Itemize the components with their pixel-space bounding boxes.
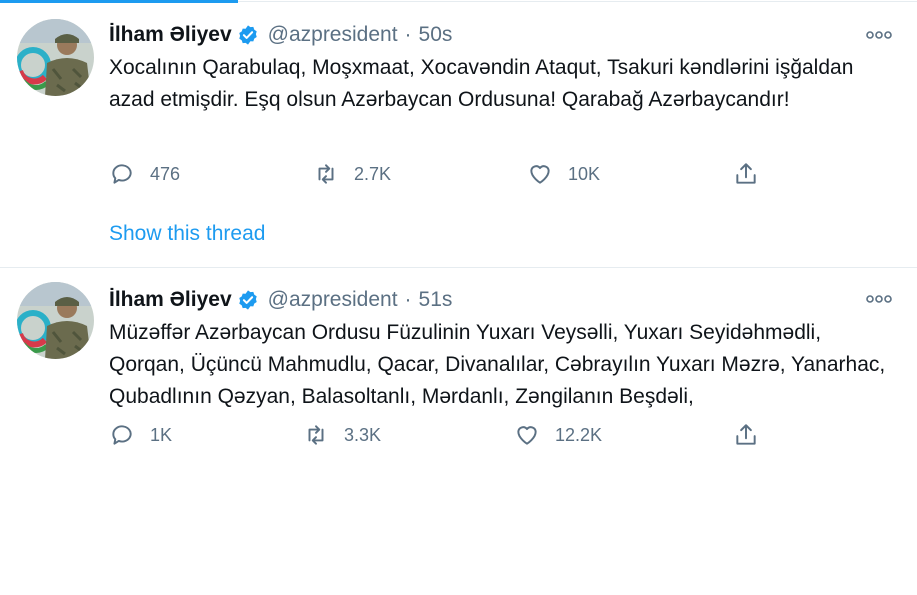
- share-button[interactable]: [733, 159, 774, 189]
- reply-count: 1K: [150, 425, 173, 445]
- reply-icon: [112, 164, 132, 184]
- retweet-button[interactable]: 2.7K: [313, 159, 391, 189]
- like-count: 10K: [568, 164, 601, 184]
- share-icon: [736, 424, 756, 445]
- author-handle[interactable]: @azpresident: [268, 288, 398, 312]
- retweet-count: 3.3K: [344, 425, 382, 445]
- verified-badge-icon: [238, 290, 257, 310]
- avatar[interactable]: [17, 282, 94, 359]
- tweet-text: Xocalının Qarabulaq, Moşxmaat, Xocavəndi…: [109, 56, 854, 111]
- tweet-header: İlham Əliyev @azpresident · 51s: [109, 285, 452, 315]
- author-handle[interactable]: @azpresident: [268, 23, 398, 47]
- reply-button[interactable]: 476: [109, 159, 180, 189]
- author-name[interactable]: İlham Əliyev: [109, 288, 232, 312]
- more-dots-icon[interactable]: [866, 29, 892, 41]
- tweet-text: Müzəffər Azərbaycan Ordusu Füzulinin Yux…: [109, 321, 886, 408]
- tweet[interactable]: İlham Əliyev @azpresident · 50s Xocalını…: [0, 4, 917, 268]
- avatar[interactable]: [17, 19, 94, 96]
- separator-dot: ·: [404, 23, 412, 46]
- tweet-actions: 1K 3.3K 12.2K: [0, 420, 917, 450]
- verified-badge-icon: [238, 25, 257, 45]
- author-name[interactable]: İlham Əliyev: [109, 23, 232, 47]
- retweet-count: 2.7K: [354, 164, 392, 184]
- retweet-icon: [318, 164, 334, 184]
- share-icon: [736, 163, 756, 184]
- like-button[interactable]: 12.2K: [514, 420, 602, 450]
- share-button[interactable]: [733, 420, 774, 450]
- tweet[interactable]: İlham Əliyev @azpresident · 51s Müzəffər…: [0, 269, 917, 469]
- more-dots-icon[interactable]: [866, 293, 892, 305]
- heart-icon: [517, 426, 537, 445]
- reply-icon: [112, 425, 132, 445]
- tweet-header: İlham Əliyev @azpresident · 50s: [109, 20, 452, 50]
- retweet-button[interactable]: 3.3K: [303, 420, 381, 450]
- tweet-timestamp[interactable]: 51s: [419, 288, 453, 312]
- heart-icon: [530, 165, 550, 184]
- show-thread-link[interactable]: Show this thread: [109, 222, 265, 246]
- retweet-icon: [308, 425, 324, 445]
- reply-count: 476: [150, 164, 181, 184]
- like-count: 12.2K: [555, 425, 603, 445]
- tweet-actions: 476 2.7K 10K: [0, 159, 917, 189]
- tweet-timestamp[interactable]: 50s: [419, 23, 453, 47]
- like-button[interactable]: 10K: [527, 159, 600, 189]
- separator-dot: ·: [404, 288, 412, 311]
- reply-button[interactable]: 1K: [109, 420, 172, 450]
